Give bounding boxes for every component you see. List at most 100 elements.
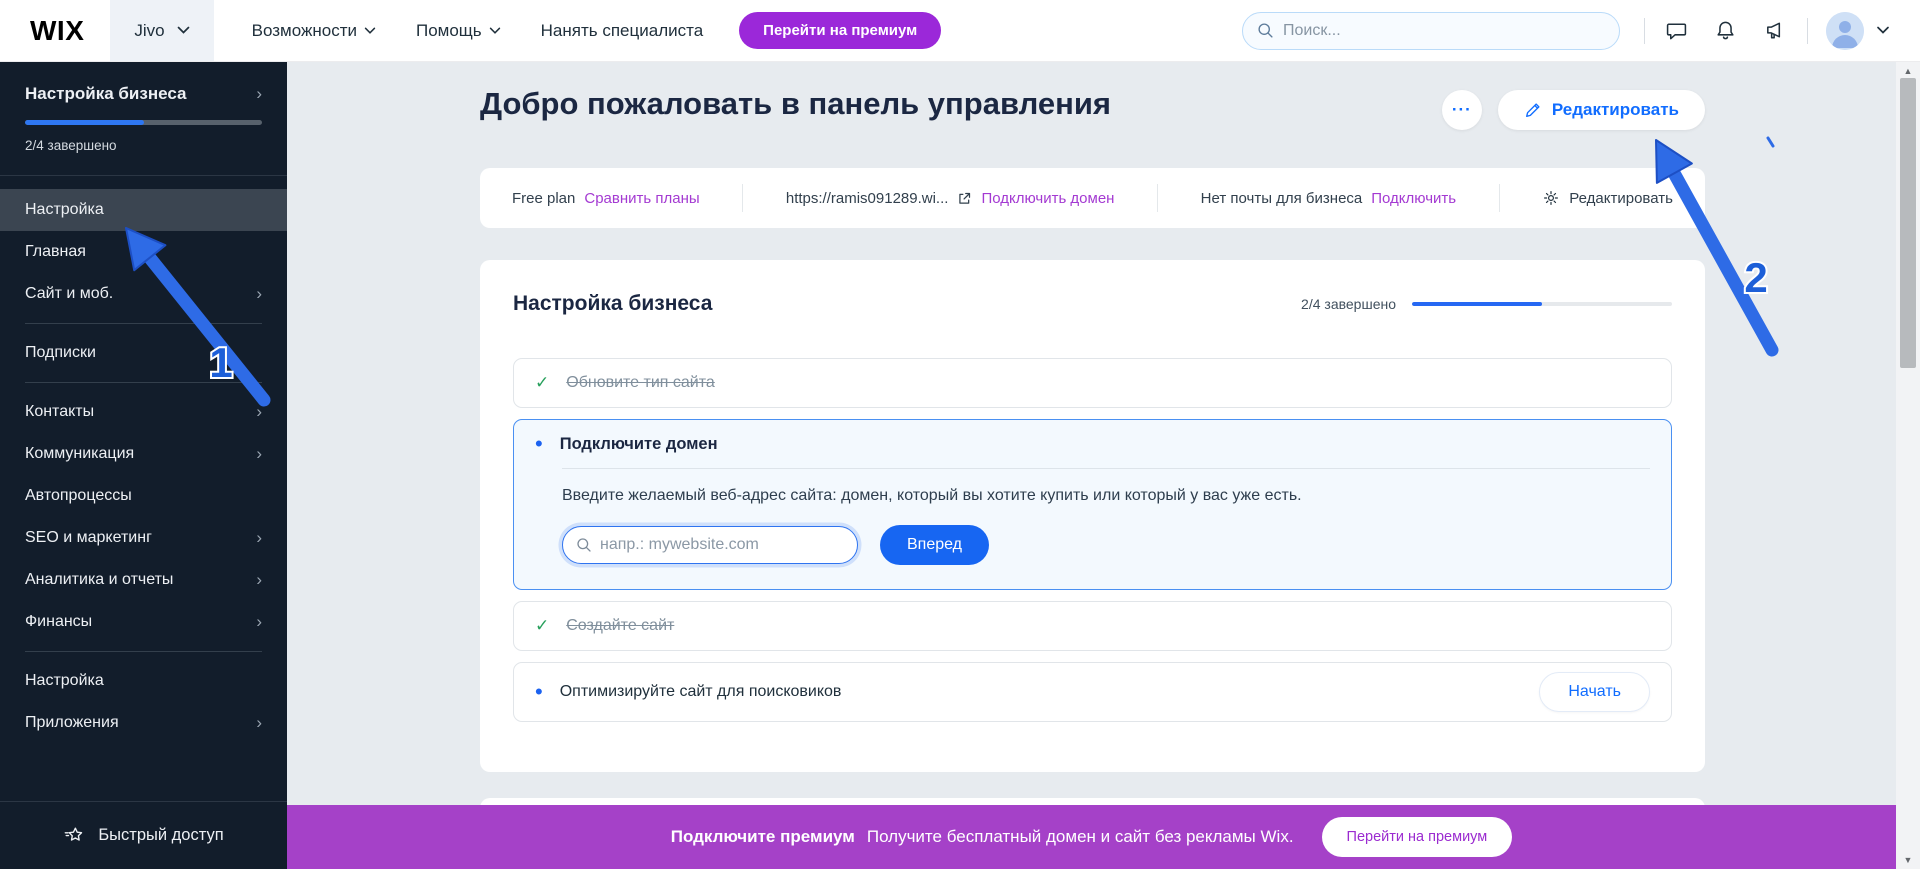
sidebar-item-label: Приложения bbox=[25, 714, 119, 732]
connect-email-link[interactable]: Подключить bbox=[1371, 190, 1456, 207]
quick-access-button[interactable]: Быстрый доступ bbox=[0, 801, 287, 869]
nav-item-features[interactable]: Возможности bbox=[252, 21, 376, 41]
checklist-item-create-site[interactable]: ✓ Создайте сайт bbox=[513, 601, 1672, 651]
card-header: Настройка бизнеса 2/4 завершено bbox=[513, 292, 1672, 316]
card-progress: 2/4 завершено bbox=[1301, 296, 1672, 312]
divider bbox=[742, 184, 743, 212]
site-selector[interactable]: Jivo bbox=[110, 0, 213, 61]
nav-item-label: Возможности bbox=[252, 21, 357, 41]
compare-plans-link[interactable]: Сравнить планы bbox=[584, 190, 699, 207]
vertical-scrollbar: ▲ ▼ bbox=[1896, 62, 1920, 869]
chevron-down-icon bbox=[489, 27, 501, 35]
business-setup-card: Настройка бизнеса 2/4 завершено ✓ Обнови… bbox=[480, 260, 1705, 772]
divider bbox=[1499, 184, 1500, 212]
scrollbar-thumb[interactable] bbox=[1900, 78, 1916, 368]
checklist-item-label: Создайте сайт bbox=[566, 617, 674, 635]
sidebar-progress-bar bbox=[25, 120, 262, 125]
sidebar-item-communication[interactable]: Коммуникация › bbox=[0, 433, 287, 475]
search-box[interactable] bbox=[1242, 12, 1620, 50]
account-chevron-down-icon[interactable] bbox=[1876, 26, 1890, 35]
sidebar-item-automations[interactable]: Автопроцессы bbox=[0, 475, 287, 517]
chevron-right-icon: › bbox=[256, 284, 262, 304]
divider bbox=[1157, 184, 1158, 212]
sidebar-item-setup[interactable]: Настройка bbox=[0, 189, 287, 231]
sidebar-setup-title: Настройка бизнеса bbox=[25, 84, 186, 104]
checklist-item-label: Обновите тип сайта bbox=[566, 374, 715, 392]
scroll-up-arrow-icon[interactable]: ▲ bbox=[1896, 66, 1920, 76]
sidebar-item-home[interactable]: Главная bbox=[0, 231, 287, 273]
nav-item-label: Нанять специалиста bbox=[541, 21, 704, 41]
divider bbox=[25, 323, 262, 324]
notifications-bell-icon[interactable] bbox=[1714, 19, 1737, 42]
main-area: Добро пожаловать в панель управления ···… bbox=[287, 62, 1896, 869]
edit-segment[interactable]: Редактировать bbox=[1542, 189, 1673, 207]
sidebar-item-finance[interactable]: Финансы › bbox=[0, 601, 287, 643]
site-url-text: https://ramis091289.wi... bbox=[786, 190, 949, 207]
sidebar-item-label: Подписки bbox=[25, 344, 96, 362]
search-input[interactable] bbox=[1283, 22, 1605, 40]
wix-logo[interactable]: WIX bbox=[30, 15, 84, 47]
chevron-right-icon: › bbox=[256, 528, 262, 548]
avatar[interactable] bbox=[1826, 12, 1864, 50]
chat-icon[interactable] bbox=[1665, 19, 1688, 42]
quick-access-label: Быстрый доступ bbox=[98, 826, 223, 845]
sidebar-item-settings[interactable]: Настройка bbox=[0, 660, 287, 702]
email-segment: Нет почты для бизнеса Подключить bbox=[1201, 190, 1456, 207]
domain-input[interactable] bbox=[600, 536, 844, 554]
gear-icon bbox=[1542, 189, 1560, 207]
domain-controls: Вперед bbox=[562, 525, 1650, 565]
checklist-item-update-site-type[interactable]: ✓ Обновите тип сайта bbox=[513, 358, 1672, 408]
chevron-right-icon: › bbox=[256, 570, 262, 590]
announcements-megaphone-icon[interactable] bbox=[1763, 19, 1787, 42]
check-icon: ✓ bbox=[535, 616, 549, 636]
top-icon-cluster bbox=[1665, 19, 1787, 42]
quick-access-star-icon bbox=[63, 825, 85, 847]
sidebar-item-contacts[interactable]: Контакты › bbox=[0, 391, 287, 433]
nav-item-help[interactable]: Помощь bbox=[416, 21, 501, 41]
external-link-icon[interactable] bbox=[957, 191, 972, 206]
search-icon bbox=[1257, 22, 1274, 39]
checklist-item-optimize-seo[interactable]: • Оптимизируйте сайт для поисковиков Нач… bbox=[513, 662, 1672, 722]
chevron-right-icon: › bbox=[256, 402, 262, 422]
site-selector-label: Jivo bbox=[134, 21, 164, 41]
card-progress-fill bbox=[1412, 302, 1542, 306]
banner-title: Подключите премиум bbox=[671, 827, 855, 847]
checklist-item-body: Введите желаемый веб-адрес сайта: домен,… bbox=[514, 469, 1671, 589]
card-title: Настройка бизнеса bbox=[513, 292, 712, 316]
sidebar-setup-header[interactable]: Настройка бизнеса › bbox=[25, 84, 262, 104]
more-options-button[interactable]: ··· bbox=[1442, 90, 1482, 130]
connect-domain-link[interactable]: Подключить домен bbox=[981, 190, 1114, 207]
sidebar-item-label: Коммуникация bbox=[25, 445, 134, 463]
sidebar-item-site-mobile[interactable]: Сайт и моб. › bbox=[0, 273, 287, 315]
edit-site-button[interactable]: Редактировать bbox=[1498, 90, 1705, 130]
nav-item-label: Помощь bbox=[416, 21, 482, 41]
checklist-item-label: Оптимизируйте сайт для поисковиков bbox=[560, 683, 842, 701]
header-actions: ··· Редактировать bbox=[1442, 90, 1705, 130]
sidebar-item-label: SEO и маркетинг bbox=[25, 529, 152, 547]
sidebar-item-label: Настройка bbox=[25, 672, 104, 690]
plan-text: Free plan bbox=[512, 190, 575, 207]
sidebar-setup-section: Настройка бизнеса › 2/4 завершено bbox=[0, 62, 287, 169]
scroll-down-arrow-icon[interactable]: ▼ bbox=[1896, 855, 1920, 865]
banner-text: Получите бесплатный домен и сайт без рек… bbox=[867, 827, 1294, 847]
sidebar-item-label: Аналитика и отчеты bbox=[25, 571, 173, 589]
sidebar-item-label: Сайт и моб. bbox=[25, 285, 113, 303]
plan-segment: Free plan Сравнить планы bbox=[512, 190, 700, 207]
no-business-email-text: Нет почты для бизнеса bbox=[1201, 190, 1363, 207]
sidebar-item-subscriptions[interactable]: Подписки bbox=[0, 332, 287, 374]
sidebar-item-apps[interactable]: Приложения › bbox=[0, 702, 287, 744]
chevron-down-icon bbox=[177, 26, 190, 35]
top-bar: WIX Jivo Возможности Помощь Нанять специ… bbox=[0, 0, 1920, 62]
start-button[interactable]: Начать bbox=[1539, 672, 1650, 712]
sidebar-item-label: Финансы bbox=[25, 613, 92, 631]
sidebar-item-label: Настройка bbox=[25, 201, 104, 219]
sidebar-item-label: Автопроцессы bbox=[25, 487, 132, 505]
upgrade-premium-button[interactable]: Перейти на премиум bbox=[739, 12, 941, 49]
sidebar-item-analytics-reports[interactable]: Аналитика и отчеты › bbox=[0, 559, 287, 601]
nav-item-hire-professional[interactable]: Нанять специалиста bbox=[541, 21, 704, 41]
sidebar-item-seo-marketing[interactable]: SEO и маркетинг › bbox=[0, 517, 287, 559]
forward-button[interactable]: Вперед bbox=[880, 525, 989, 565]
checklist-item-header[interactable]: • Подключите домен bbox=[514, 420, 1671, 468]
domain-search-field[interactable] bbox=[562, 526, 858, 564]
banner-premium-button[interactable]: Перейти на премиум bbox=[1322, 817, 1513, 857]
